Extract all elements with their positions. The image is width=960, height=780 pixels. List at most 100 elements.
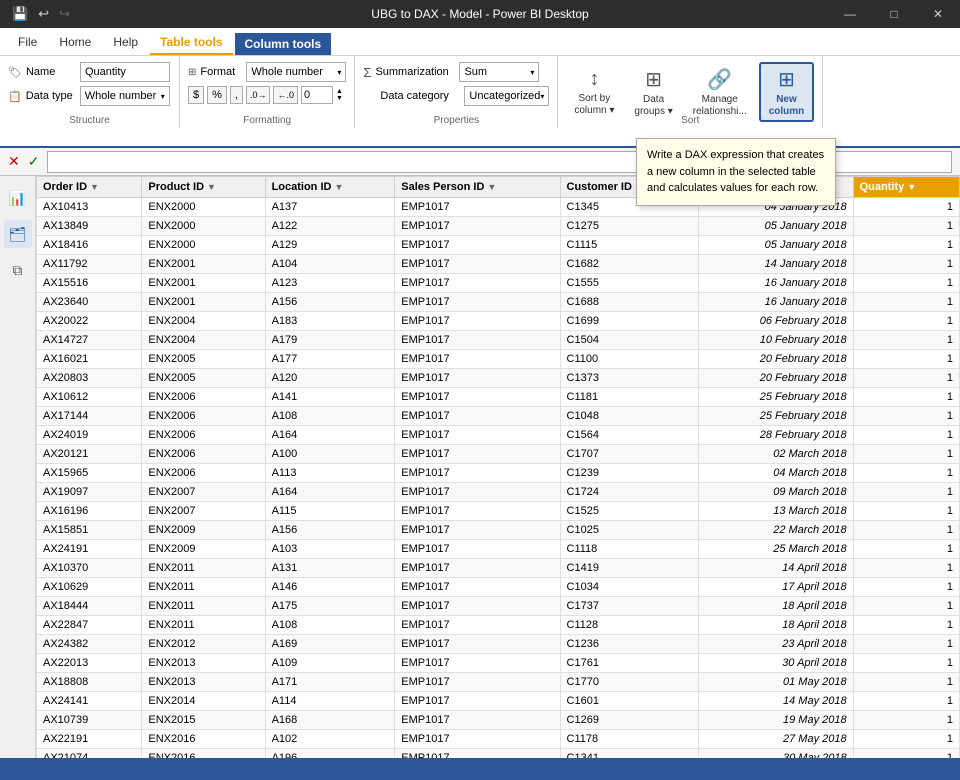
table-row[interactable]: AX18444ENX2011A175EMP1017C173718 April 2…	[37, 597, 960, 616]
table-row[interactable]: AX20022ENX2004A183EMP1017C169906 Februar…	[37, 312, 960, 331]
table-row[interactable]: AX18416ENX2000A129EMP1017C111505 January…	[37, 236, 960, 255]
formula-cancel-icon[interactable]: ✕	[8, 153, 20, 170]
menu-help[interactable]: Help	[103, 31, 148, 55]
cell-purchaseDate: 25 March 2018	[698, 540, 853, 559]
format-select[interactable]: Whole number▾	[246, 62, 346, 82]
cell-locationId: A146	[265, 578, 395, 597]
cell-quantity: 1	[853, 274, 959, 293]
table-row[interactable]: AX10629ENX2011A146EMP1017C103417 April 2…	[37, 578, 960, 597]
menu-home[interactable]: Home	[49, 31, 101, 55]
cell-locationId: A104	[265, 255, 395, 274]
table-row[interactable]: AX24019ENX2006A164EMP1017C156428 Februar…	[37, 426, 960, 445]
cell-salesPersonId: EMP1017	[395, 255, 560, 274]
table-row[interactable]: AX13849ENX2000A122EMP1017C127505 January…	[37, 217, 960, 236]
menu-column-tools[interactable]: Column tools	[235, 33, 332, 55]
datatype-select[interactable]: Whole number▾	[80, 86, 170, 106]
cell-quantity: 1	[853, 217, 959, 236]
sidebar-icon-data[interactable]: 🗂	[4, 220, 32, 248]
sidebar-icon-report[interactable]: 📊	[4, 184, 32, 212]
cell-purchaseDate: 27 May 2018	[698, 730, 853, 749]
menu-table-tools[interactable]: Table tools	[150, 31, 232, 55]
table-row[interactable]: AX16021ENX2005A177EMP1017C110020 Februar…	[37, 350, 960, 369]
cell-quantity: 1	[853, 331, 959, 350]
cell-orderId: AX23640	[37, 293, 142, 312]
table-row[interactable]: AX15965ENX2006A113EMP1017C123904 March 2…	[37, 464, 960, 483]
cell-locationId: A156	[265, 521, 395, 540]
table-row[interactable]: AX22013ENX2013A109EMP1017C176130 April 2…	[37, 654, 960, 673]
cell-salesPersonId: EMP1017	[395, 540, 560, 559]
cell-orderId: AX18444	[37, 597, 142, 616]
cell-customerId: C1128	[560, 616, 698, 635]
table-container[interactable]: Order ID▼ Product ID▼ Location ID▼ Sales…	[36, 176, 960, 758]
table-row[interactable]: AX24191ENX2009A103EMP1017C111825 March 2…	[37, 540, 960, 559]
sort-group-label: Sort	[558, 115, 822, 126]
maximize-button[interactable]: □	[872, 0, 916, 28]
table-row[interactable]: AX11792ENX2001A104EMP1017C168214 January…	[37, 255, 960, 274]
spinner-down[interactable]: ▼	[336, 95, 343, 102]
table-row[interactable]: AX17144ENX2006A108EMP1017C104825 Februar…	[37, 407, 960, 426]
currency-button[interactable]: $	[188, 86, 204, 104]
minimize-button[interactable]: —	[828, 0, 872, 28]
decimal-spinner[interactable]: 0	[301, 86, 333, 104]
table-row[interactable]: AX10370ENX2011A131EMP1017C141914 April 2…	[37, 559, 960, 578]
table-row[interactable]: AX16196ENX2007A115EMP1017C152513 March 2…	[37, 502, 960, 521]
table-row[interactable]: AX15851ENX2009A156EMP1017C102522 March 2…	[37, 521, 960, 540]
table-row[interactable]: AX22191ENX2016A102EMP1017C117827 May 201…	[37, 730, 960, 749]
table-row[interactable]: AX10739ENX2015A168EMP1017C126919 May 201…	[37, 711, 960, 730]
table-row[interactable]: AX18808ENX2013A171EMP1017C177001 May 201…	[37, 673, 960, 692]
cell-orderId: AX22847	[37, 616, 142, 635]
cell-productId: ENX2009	[142, 521, 265, 540]
table-row[interactable]: AX20121ENX2006A100EMP1017C170702 March 2…	[37, 445, 960, 464]
table-row[interactable]: AX23640ENX2001A156EMP1017C168816 January…	[37, 293, 960, 312]
table-row[interactable]: AX14727ENX2004A179EMP1017C150410 Februar…	[37, 331, 960, 350]
summarization-select[interactable]: Sum▾	[459, 62, 539, 82]
cell-orderId: AX20022	[37, 312, 142, 331]
table-row[interactable]: AX15516ENX2001A123EMP1017C155516 January…	[37, 274, 960, 293]
col-header-quantity[interactable]: Quantity▼	[853, 177, 959, 198]
table-row[interactable]: AX20803ENX2005A120EMP1017C137320 Februar…	[37, 369, 960, 388]
cell-customerId: C1115	[560, 236, 698, 255]
comma-button[interactable]: ,	[230, 86, 243, 104]
table-row[interactable]: AX19097ENX2007A164EMP1017C172409 March 2…	[37, 483, 960, 502]
data-groups-button[interactable]: ⊞ Datagroups ▾	[626, 62, 680, 122]
window-title: UBG to DAX - Model - Power BI Desktop	[371, 7, 588, 21]
datacategory-select[interactable]: Uncategorized▾	[464, 86, 549, 106]
name-input[interactable]: Quantity	[80, 62, 170, 82]
close-button[interactable]: ✕	[916, 0, 960, 28]
col-header-order-id[interactable]: Order ID▼	[37, 177, 142, 198]
cell-customerId: C1341	[560, 749, 698, 759]
format-label: Format	[200, 66, 242, 78]
cell-locationId: A179	[265, 331, 395, 350]
undo-icon-2[interactable]: ↪	[55, 4, 74, 24]
percent-button[interactable]: %	[207, 86, 227, 104]
formula-confirm-icon[interactable]: ✓	[28, 153, 40, 170]
table-row[interactable]: AX10612ENX2006A141EMP1017C118125 Februar…	[37, 388, 960, 407]
table-row[interactable]: AX22847ENX2011A108EMP1017C112818 April 2…	[37, 616, 960, 635]
table-row[interactable]: AX24382ENX2012A169EMP1017C123623 April 2…	[37, 635, 960, 654]
table-row[interactable]: AX24141ENX2014A114EMP1017C160114 May 201…	[37, 692, 960, 711]
cell-purchaseDate: 13 March 2018	[698, 502, 853, 521]
cell-orderId: AX20121	[37, 445, 142, 464]
cell-productId: ENX2016	[142, 730, 265, 749]
cell-salesPersonId: EMP1017	[395, 312, 560, 331]
table-row[interactable]: AX21074ENX2016A196EMP1017C134130 May 201…	[37, 749, 960, 759]
decimal-decrease[interactable]: ←.0	[273, 86, 298, 104]
sort-icon: ↕	[589, 68, 599, 91]
sort-by-column-button[interactable]: ↕ Sort bycolumn ▾	[566, 62, 622, 122]
undo-icon[interactable]: ↩	[34, 4, 53, 24]
col-header-sales-person-id[interactable]: Sales Person ID▼	[395, 177, 560, 198]
spinner-up[interactable]: ▲	[336, 88, 343, 95]
sidebar-icon-model[interactable]: ⧉	[4, 256, 32, 284]
decimal-increase[interactable]: .0→	[246, 86, 271, 104]
new-column-button[interactable]: ⊞ Newcolumn	[759, 62, 815, 122]
cell-salesPersonId: EMP1017	[395, 407, 560, 426]
cell-salesPersonId: EMP1017	[395, 730, 560, 749]
manage-relationships-button[interactable]: 🔗 Managerelationshi...	[685, 62, 755, 122]
col-header-location-id[interactable]: Location ID▼	[265, 177, 395, 198]
cell-orderId: AX15516	[37, 274, 142, 293]
menu-file[interactable]: File	[8, 31, 47, 55]
col-header-product-id[interactable]: Product ID▼	[142, 177, 265, 198]
save-icon[interactable]: 💾	[8, 4, 32, 24]
cell-locationId: A109	[265, 654, 395, 673]
cell-orderId: AX10629	[37, 578, 142, 597]
